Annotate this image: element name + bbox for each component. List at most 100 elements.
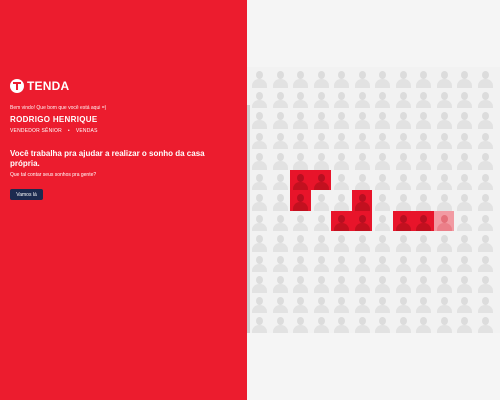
person-photo (475, 211, 496, 231)
person-photo (475, 252, 496, 272)
people-mosaic (247, 67, 500, 333)
person-photo (249, 67, 270, 88)
person-photo (311, 108, 332, 129)
person-photo (413, 252, 434, 272)
person-photo (413, 108, 434, 129)
person-photo (475, 108, 496, 129)
person-photo (331, 293, 352, 313)
person-photo (352, 293, 373, 313)
person-photo (372, 170, 393, 190)
person-photo (454, 67, 475, 88)
person-photo (249, 108, 270, 129)
person-photo (249, 88, 270, 108)
person-photo (413, 231, 434, 252)
person-photo (454, 88, 475, 108)
person-photo (270, 272, 291, 293)
person-photo (270, 231, 291, 252)
person-photo (434, 88, 455, 108)
person-photo (454, 272, 475, 293)
person-photo (372, 231, 393, 252)
person-photo (290, 88, 311, 108)
person-photo (249, 293, 270, 313)
person-photo (454, 231, 475, 252)
person-photo (372, 129, 393, 149)
person-photo (454, 252, 475, 272)
person-photo (311, 129, 332, 149)
person-photo (393, 170, 414, 190)
person-photo (311, 293, 332, 313)
person-photo (311, 211, 332, 231)
person-photo (454, 313, 475, 333)
person-photo (393, 88, 414, 108)
person-photo (372, 252, 393, 272)
person-photo (270, 170, 291, 190)
person-photo (331, 149, 352, 170)
person-photo (290, 272, 311, 293)
person-photo (311, 149, 332, 170)
person-photo (413, 190, 434, 211)
person-photo (393, 272, 414, 293)
person-photo (434, 67, 455, 88)
person-photo (475, 149, 496, 170)
person-photo (372, 149, 393, 170)
person-photo (393, 129, 414, 149)
person-photo (352, 231, 373, 252)
person-photo (352, 108, 373, 129)
person-photo (393, 313, 414, 333)
person-photo (270, 211, 291, 231)
person-photo (392, 210, 413, 231)
welcome-panel: TENDA Bem vindo! Que bom que você está a… (0, 0, 247, 400)
person-photo (475, 88, 496, 108)
person-photo (372, 108, 393, 129)
person-photo (270, 252, 291, 272)
person-photo (434, 129, 455, 149)
person-photo (290, 313, 311, 333)
person-photo (290, 67, 311, 88)
person-photo (331, 108, 352, 129)
person-photo (352, 313, 373, 333)
person-photo (454, 190, 475, 211)
person-photo (352, 149, 373, 170)
greeting-text: Bem vindo! Que bom que você está aqui =) (10, 105, 107, 111)
panel-divider (247, 105, 250, 333)
person-photo (434, 149, 455, 170)
person-photo (475, 67, 496, 88)
person-photo (331, 313, 352, 333)
person-photo (331, 272, 352, 293)
person-photo (413, 313, 434, 333)
person-photo (331, 231, 352, 252)
person-photo (290, 252, 311, 272)
person-photo (352, 252, 373, 272)
person-photo (393, 252, 414, 272)
person-photo (270, 190, 291, 211)
person-photo (413, 149, 434, 170)
person-photo (475, 313, 496, 333)
person-photo (413, 272, 434, 293)
person-photo (331, 88, 352, 108)
person-photo (413, 67, 434, 88)
person-photo (393, 231, 414, 252)
person-photo (352, 88, 373, 108)
person-photo (413, 170, 434, 190)
user-role: VENDEDOR SÊNIOR (10, 128, 62, 134)
person-photo (249, 211, 270, 231)
person-photo (290, 211, 311, 231)
person-photo (311, 272, 332, 293)
person-photo (454, 129, 475, 149)
hero-headline: Você trabalha pra ajudar a realizar o so… (10, 149, 205, 168)
person-photo (331, 190, 352, 211)
lets-go-button[interactable]: Vamos lá (10, 189, 43, 200)
person-photo (413, 129, 434, 149)
person-photo (249, 170, 270, 190)
person-photo (454, 108, 475, 129)
person-photo (249, 190, 270, 211)
person-photo (249, 231, 270, 252)
person-photo (454, 211, 475, 231)
person-photo (290, 108, 311, 129)
person-photo (393, 190, 414, 211)
user-department: VENDAS (75, 128, 98, 134)
person-photo (434, 313, 455, 333)
person-photo (270, 88, 291, 108)
person-photo (290, 129, 311, 149)
person-photo (393, 67, 414, 88)
